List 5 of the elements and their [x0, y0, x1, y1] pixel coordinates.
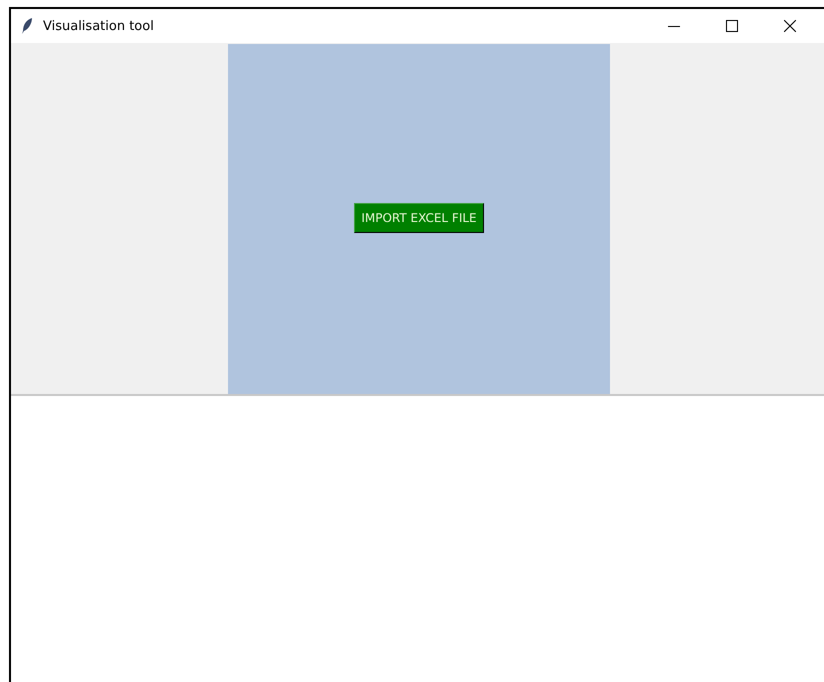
feather-icon: [21, 17, 33, 35]
import-button[interactable]: IMPORT EXCEL FILE: [354, 203, 484, 233]
close-icon: [784, 20, 796, 32]
window-title: Visualisation tool: [43, 18, 155, 34]
maximize-icon: [726, 20, 738, 32]
